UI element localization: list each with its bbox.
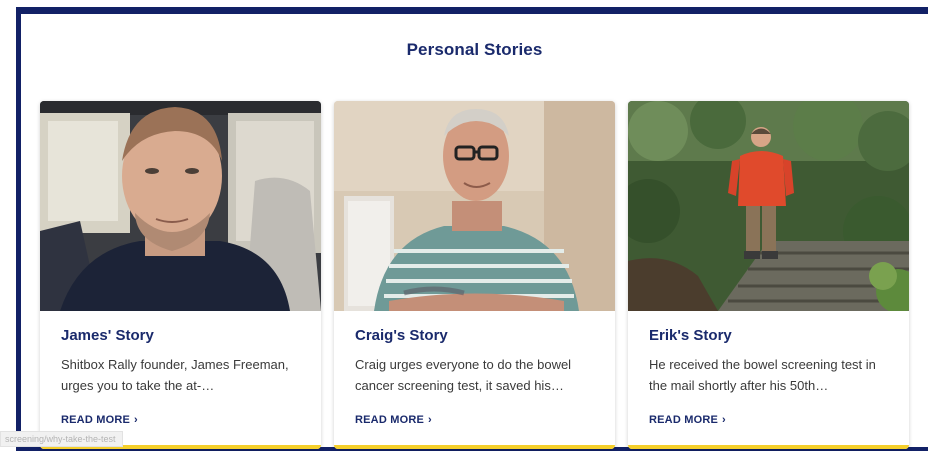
read-more-label: READ MORE: [649, 414, 719, 426]
story-description-james: Shitbox Rally founder, James Freeman, ur…: [61, 357, 289, 393]
chevron-right-icon: ›: [722, 414, 726, 426]
story-description-craig: Craig urges everyone to do the bowel can…: [355, 357, 572, 393]
personal-stories-section: Personal Stories James' Story Shitbox Ra…: [16, 7, 928, 451]
story-title-erik[interactable]: Erik's Story: [649, 327, 732, 344]
read-more-link-erik[interactable]: READ MORE ›: [649, 414, 726, 426]
read-more-label: READ MORE: [355, 414, 425, 426]
chevron-right-icon: ›: [428, 414, 432, 426]
portrait-man-striped-shirt-image: [334, 101, 615, 311]
card-accent-bar: [334, 445, 615, 449]
story-description-erik: He received the bowel screening test in …: [649, 357, 876, 393]
story-title-james[interactable]: James' Story: [61, 327, 154, 344]
card-accent-bar: [628, 445, 909, 449]
story-image-erik[interactable]: [628, 101, 909, 311]
chevron-right-icon: ›: [134, 414, 138, 426]
read-more-link-james[interactable]: READ MORE ›: [61, 414, 138, 426]
story-card-james[interactable]: James' Story Shitbox Rally founder, Jame…: [40, 101, 321, 449]
story-card-craig[interactable]: Craig's Story Craig urges everyone to do…: [334, 101, 615, 449]
story-image-craig[interactable]: [334, 101, 615, 311]
read-more-link-craig[interactable]: READ MORE ›: [355, 414, 432, 426]
story-title-craig[interactable]: Craig's Story: [355, 327, 448, 344]
hiker-on-forest-steps-image: [628, 101, 909, 311]
story-image-james[interactable]: [40, 101, 321, 311]
read-more-label: READ MORE: [61, 414, 131, 426]
portrait-man-in-car-image: [40, 101, 321, 311]
status-bar-url: screening/why-take-the-test: [0, 431, 123, 447]
story-card-erik[interactable]: Erik's Story He received the bowel scree…: [628, 101, 909, 449]
section-title: Personal Stories: [406, 40, 543, 59]
